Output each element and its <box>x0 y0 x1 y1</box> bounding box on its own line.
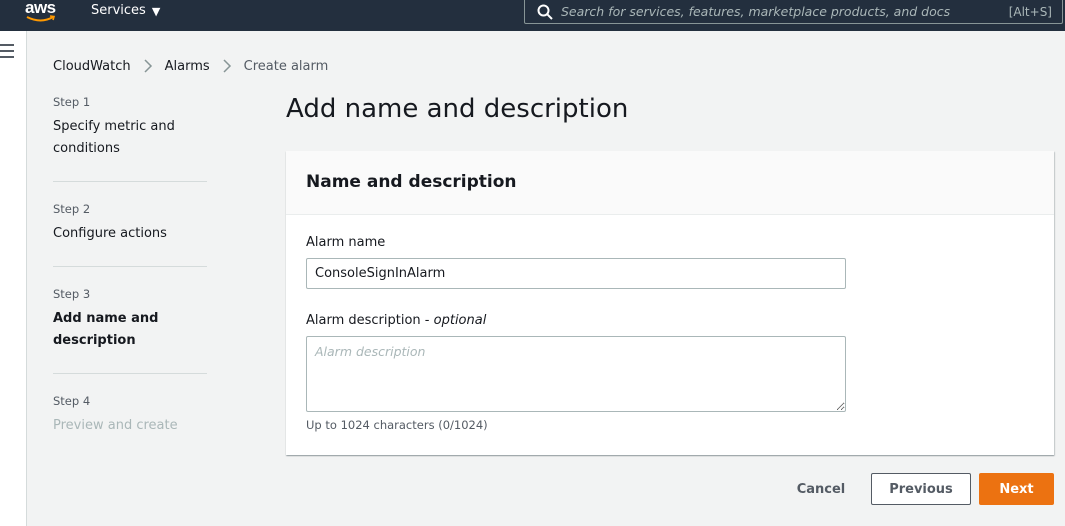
optional-tag: optional <box>433 313 487 328</box>
wizard-step-3: Step 3 Add name and description <box>53 287 207 374</box>
breadcrumb-item-alarms[interactable]: Alarms <box>165 59 210 74</box>
step-number: Step 4 <box>53 394 91 408</box>
alarm-name-label: Alarm name <box>306 235 386 250</box>
name-description-container: Name and description Alarm name Alarm de… <box>286 151 1054 455</box>
container-body: Alarm name Alarm description - optional … <box>286 215 1054 432</box>
chevron-right-icon <box>223 59 231 73</box>
caret-down-icon: ▼ <box>151 4 161 18</box>
cancel-button[interactable]: Cancel <box>788 473 854 505</box>
step-disabled-preview: Preview and create <box>53 418 178 433</box>
step-number: Step 2 <box>53 202 91 216</box>
alarm-description-textarea[interactable] <box>306 336 846 412</box>
chevron-right-icon <box>144 59 152 73</box>
container-header: Name and description <box>286 151 1054 215</box>
alarm-description-constraint: Up to 1024 characters (0/1024) <box>306 418 488 432</box>
services-label: Services <box>91 3 146 18</box>
wizard-actions: Cancel Previous Next <box>788 473 1054 505</box>
breadcrumb-item-cloudwatch[interactable]: CloudWatch <box>53 59 131 74</box>
aws-smile-icon <box>26 15 56 22</box>
alarm-description-label: Alarm description - optional <box>306 313 487 328</box>
alarm-name-input[interactable] <box>306 258 846 289</box>
breadcrumb-item-create-alarm: Create alarm <box>243 58 329 74</box>
breadcrumb: CloudWatch Alarms Create alarm <box>53 58 328 74</box>
aws-logo[interactable]: aws <box>25 0 59 24</box>
container-title: Name and description <box>306 172 517 192</box>
step-number: Step 1 <box>53 95 91 109</box>
wizard-step-2: Step 2 Configure actions <box>53 202 207 267</box>
previous-button[interactable]: Previous <box>871 473 971 505</box>
wizard-steps: Step 1 Specify metric and conditions Ste… <box>53 95 207 478</box>
wizard-step-1: Step 1 Specify metric and conditions <box>53 95 207 182</box>
step-number: Step 3 <box>53 287 91 301</box>
search-shortcut-hint: [Alt+S] <box>1008 4 1052 19</box>
side-navigation-strip <box>0 31 27 526</box>
next-button[interactable]: Next <box>979 473 1054 505</box>
top-navigation: aws Services ▼ [Alt+S] <box>0 0 1065 31</box>
step-link-configure-actions[interactable]: Configure actions <box>53 223 207 245</box>
hamburger-menu-icon[interactable] <box>0 44 14 58</box>
page-title: Add name and description <box>286 94 629 124</box>
services-menu-button[interactable]: Services ▼ <box>91 3 160 18</box>
step-current-add-name: Add name and description <box>53 311 159 348</box>
global-search[interactable]: [Alt+S] <box>524 0 1063 24</box>
step-link-specify-metric[interactable]: Specify metric and conditions <box>53 116 207 160</box>
search-input[interactable] <box>561 4 1009 19</box>
search-icon <box>537 4 553 20</box>
wizard-step-4: Step 4 Preview and create <box>53 394 207 458</box>
alarm-description-label-text: Alarm description <box>306 313 421 328</box>
